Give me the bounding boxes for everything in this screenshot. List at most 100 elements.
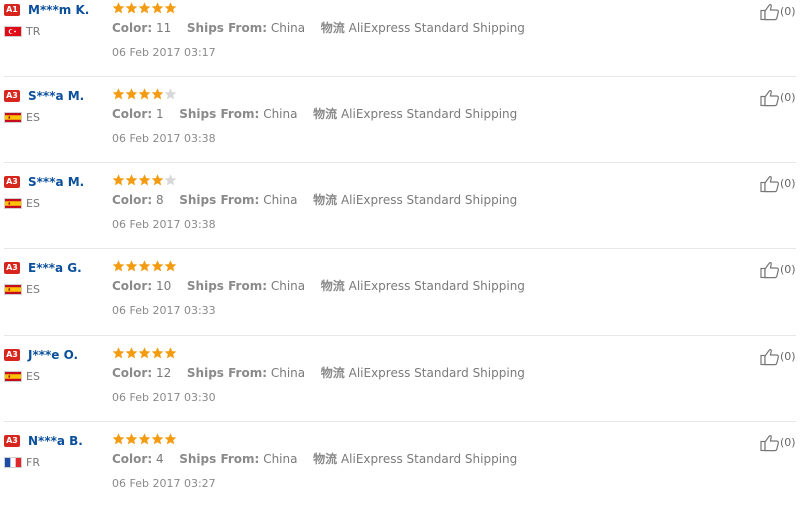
ships-from-value: China	[270, 21, 306, 35]
helpful-button[interactable]: (0)	[760, 348, 796, 366]
helpful-button[interactable]: (0)	[760, 89, 796, 107]
reviewer-country: FR	[26, 456, 40, 469]
logistics-label: 物流	[320, 366, 345, 380]
country-flag-icon	[4, 198, 22, 209]
review-item: A3 J***e O. ES Color: 12 Ships From: Chi…	[0, 345, 800, 431]
star-icon	[125, 347, 138, 359]
ships-from-value: China	[263, 193, 298, 207]
ships-from-value: China	[263, 452, 298, 466]
helpful-count: (0)	[780, 263, 796, 276]
thumbs-up-icon	[760, 90, 779, 107]
color-label: Color:	[112, 193, 153, 207]
buyer-level-badge: A3	[4, 176, 20, 188]
review-divider	[4, 421, 796, 422]
review-item: A3 S***a M. ES Color: 8 Ships From: Chin…	[0, 172, 800, 258]
star-icon	[125, 433, 138, 445]
color-label: Color:	[112, 21, 153, 35]
star-icon	[164, 347, 177, 359]
logistics-label: 物流	[320, 279, 345, 293]
color-label: Color:	[112, 366, 153, 380]
reviewer-name: J***e O.	[28, 348, 79, 362]
star-icon	[151, 260, 164, 272]
star-icon	[138, 260, 151, 272]
star-icon	[138, 2, 151, 14]
review-item: A3 N***a B. FR Color: 4 Ships From: Chin…	[0, 431, 800, 517]
thumbs-up-icon	[760, 349, 779, 366]
star-icon	[125, 260, 138, 272]
country-flag-icon	[4, 457, 22, 468]
order-info: Color: 10 Ships From: China 物流 AliExpres…	[112, 278, 525, 294]
helpful-button[interactable]: (0)	[760, 261, 796, 279]
star-icon	[112, 260, 125, 272]
star-icon	[138, 88, 151, 100]
ships-from-label: Ships From:	[179, 452, 260, 466]
star-icon	[112, 433, 125, 445]
color-value: 11	[155, 21, 172, 35]
ships-from-label: Ships From:	[179, 193, 260, 207]
logistics-label: 物流	[313, 193, 338, 207]
review-divider	[4, 335, 796, 336]
reviewer-country: TR	[26, 25, 41, 38]
star-icon	[125, 174, 138, 186]
order-info: Color: 11 Ships From: China 物流 AliExpres…	[112, 20, 525, 36]
ships-from-value: China	[263, 107, 298, 121]
shipping-method: AliExpress Standard Shipping	[340, 193, 518, 207]
order-info: Color: 12 Ships From: China 物流 AliExpres…	[112, 365, 525, 381]
ships-from-value: China	[270, 279, 306, 293]
shipping-method: AliExpress Standard Shipping	[348, 21, 525, 35]
review-divider	[4, 162, 796, 163]
buyer-level-badge: A3	[4, 349, 20, 361]
helpful-count: (0)	[780, 177, 796, 190]
logistics-label: 物流	[313, 452, 338, 466]
rating-stars	[112, 87, 177, 101]
reviewer-name: S***a M.	[28, 175, 85, 189]
color-value: 8	[155, 193, 164, 207]
star-icon	[164, 433, 177, 445]
ships-from-value: China	[270, 366, 306, 380]
review-date: 06 Feb 2017 03:38	[112, 132, 216, 145]
color-value: 4	[155, 452, 164, 466]
helpful-button[interactable]: (0)	[760, 175, 796, 193]
color-value: 1	[155, 107, 164, 121]
star-icon	[151, 2, 164, 14]
thumbs-up-icon	[760, 262, 779, 279]
star-icon	[164, 260, 177, 272]
star-icon	[112, 347, 125, 359]
ships-from-label: Ships From:	[179, 107, 260, 121]
color-value: 10	[155, 279, 172, 293]
thumbs-up-icon	[760, 176, 779, 193]
helpful-button[interactable]: (0)	[760, 3, 796, 21]
buyer-level-badge: A3	[4, 90, 20, 102]
star-icon	[138, 347, 151, 359]
helpful-button[interactable]: (0)	[760, 434, 796, 452]
star-icon	[125, 88, 138, 100]
rating-stars	[112, 346, 177, 360]
star-icon	[164, 88, 177, 100]
star-icon	[112, 88, 125, 100]
star-icon	[138, 433, 151, 445]
reviewer-country: ES	[26, 197, 40, 210]
buyer-level-badge: A3	[4, 262, 20, 274]
review-date: 06 Feb 2017 03:17	[112, 46, 216, 59]
country-flag-icon	[4, 112, 22, 123]
review-item: A3 S***a M. ES Color: 1 Ships From: Chin…	[0, 86, 800, 172]
thumbs-up-icon	[760, 4, 779, 21]
helpful-count: (0)	[780, 5, 796, 18]
order-info: Color: 4 Ships From: China 物流 AliExpress…	[112, 451, 517, 467]
ships-from-label: Ships From:	[186, 366, 267, 380]
reviewer-name: N***a B.	[28, 434, 83, 448]
shipping-method: AliExpress Standard Shipping	[348, 366, 525, 380]
review-date: 06 Feb 2017 03:27	[112, 477, 216, 490]
shipping-method: AliExpress Standard Shipping	[348, 279, 525, 293]
star-icon	[112, 174, 125, 186]
color-label: Color:	[112, 107, 153, 121]
shipping-method: AliExpress Standard Shipping	[340, 452, 518, 466]
star-icon	[151, 88, 164, 100]
reviewer-name: M***m K.	[28, 3, 90, 17]
helpful-count: (0)	[780, 436, 796, 449]
review-date: 06 Feb 2017 03:30	[112, 391, 216, 404]
star-icon	[112, 2, 125, 14]
star-icon	[151, 347, 164, 359]
review-item: A3 E***a G. ES Color: 10 Ships From: Chi…	[0, 258, 800, 344]
reviewer-country: ES	[26, 111, 40, 124]
